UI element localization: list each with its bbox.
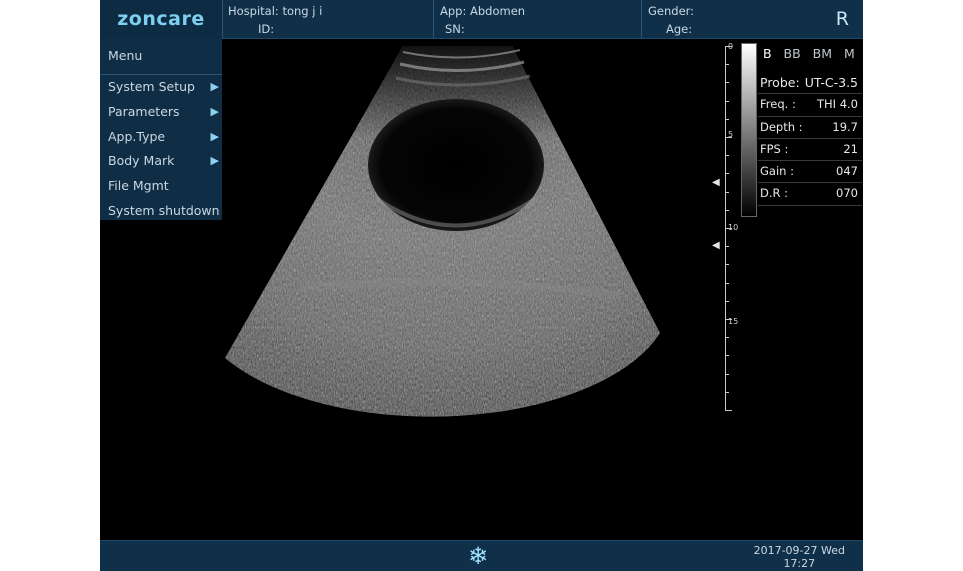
menu-item-app-type[interactable]: App.Type ▶ xyxy=(100,125,222,150)
mode-bb[interactable]: BB xyxy=(784,46,801,61)
menu-title[interactable]: Menu xyxy=(100,38,222,75)
depth-tick xyxy=(725,173,729,175)
time-text: 17:27 xyxy=(783,557,816,570)
mode-m[interactable]: M xyxy=(844,46,855,61)
depth-tick xyxy=(725,391,729,393)
submenu-arrow-icon: ▶ xyxy=(210,129,219,143)
gender-label: Gender: xyxy=(648,4,695,18)
menu-item-label: System shutdown xyxy=(108,202,220,218)
submenu-arrow-icon: ▶ xyxy=(210,80,219,93)
param-freq-label: Freq. : xyxy=(760,97,796,112)
date-time: 2017-09-27 Wed 17:27 xyxy=(754,544,845,570)
bottom-status-bar: ❄ 2017-09-27 Wed 17:27 xyxy=(100,540,863,571)
mode-bm[interactable]: BM xyxy=(813,46,832,61)
param-dr-label: D.R : xyxy=(760,186,789,201)
param-depth-label: Depth : xyxy=(760,119,803,134)
submenu-arrow-icon: ▶ xyxy=(210,104,219,118)
param-freq: Freq. : THI 4.0 xyxy=(758,94,862,117)
focus-marker-icon[interactable]: ◀ xyxy=(712,241,720,251)
patient-id-label: ID: xyxy=(258,22,275,36)
divider xyxy=(433,0,434,38)
mode-b[interactable]: B xyxy=(763,46,772,61)
grayscale-bar xyxy=(741,43,757,217)
probe-side-indicator: R xyxy=(835,8,849,30)
app-value: Abdomen xyxy=(470,4,526,18)
menu-item-system-setup[interactable]: System Setup ▶ xyxy=(100,75,222,100)
divider xyxy=(641,0,642,38)
depth-tick xyxy=(725,191,729,193)
menu-item-parameters[interactable]: Parameters ▶ xyxy=(100,100,222,125)
depth-tick xyxy=(725,355,729,357)
param-freq-value: THI 4.0 xyxy=(816,97,858,112)
depth-tick xyxy=(725,155,729,157)
focus-marker-icon[interactable]: ◀ xyxy=(712,178,720,188)
depth-tick xyxy=(725,246,729,248)
hospital-label: Hospital: xyxy=(228,4,279,18)
top-info-bar: zoncare Hospital: tong j i ID: App: Abdo… xyxy=(100,0,863,39)
menu-item-system-shutdown[interactable]: System shutdown xyxy=(100,199,222,224)
depth-tick xyxy=(725,64,729,66)
depth-tick xyxy=(725,209,729,211)
depth-tick xyxy=(725,264,729,266)
param-dr-value: 070 xyxy=(836,186,858,201)
menu-item-body-mark[interactable]: Body Mark ▶ xyxy=(100,149,222,174)
depth-tick xyxy=(725,100,729,102)
hospital-value: tong j i xyxy=(282,4,323,18)
param-fps-value: 21 xyxy=(843,141,858,156)
depth-label-0: 0 xyxy=(728,42,734,51)
param-gain: Gain : 047 xyxy=(758,161,862,184)
imaging-mode-selector: B BB BM M xyxy=(763,46,855,61)
menu-item-label: Parameters xyxy=(108,103,180,119)
freeze-icon[interactable]: ❄ xyxy=(468,543,488,569)
param-probe-value: UT-C-3.5 xyxy=(804,75,858,90)
sn-label: SN: xyxy=(445,22,465,36)
menu-item-label: File Mgmt xyxy=(108,178,169,194)
hospital-field: Hospital: tong j i xyxy=(228,4,322,18)
ultrasound-screen: zoncare Hospital: tong j i ID: App: Abdo… xyxy=(100,0,863,571)
menu-item-label: Body Mark xyxy=(108,153,175,169)
brand-logo: zoncare xyxy=(100,0,223,38)
menu-item-label: System Setup xyxy=(108,79,195,94)
param-gain-label: Gain : xyxy=(760,164,794,179)
menu-item-label: App.Type xyxy=(108,128,166,144)
menu-item-file-mgmt[interactable]: File Mgmt xyxy=(100,174,222,199)
depth-tick xyxy=(725,82,729,84)
param-fps-label: FPS : xyxy=(760,141,789,156)
app-label: App: xyxy=(440,4,467,18)
age-label: Age: xyxy=(666,22,693,36)
depth-tick xyxy=(725,118,729,120)
depth-tick xyxy=(725,282,729,284)
param-depth-value: 19.7 xyxy=(832,119,858,134)
param-probe-label: Probe: xyxy=(760,75,800,90)
param-fps: FPS : 21 xyxy=(758,139,862,162)
depth-label-5: 5 xyxy=(728,130,734,139)
depth-tick xyxy=(725,300,729,302)
submenu-arrow-icon: ▶ xyxy=(210,154,219,168)
depth-label-10: 10 xyxy=(728,223,739,232)
depth-label-15: 15 xyxy=(728,317,739,326)
param-probe: Probe: UT-C-3.5 xyxy=(758,72,862,95)
depth-tick xyxy=(725,337,729,339)
param-gain-value: 047 xyxy=(836,164,858,179)
parameter-panel: Probe: UT-C-3.5 Freq. : THI 4.0 Depth : … xyxy=(758,72,862,206)
main-menu: Menu System Setup ▶ Parameters ▶ App.Typ… xyxy=(100,38,222,220)
depth-tick xyxy=(725,373,729,375)
app-field: App: Abdomen xyxy=(440,4,525,18)
date-text: 2017-09-27 Wed xyxy=(753,544,845,557)
param-dynamic-range: D.R : 070 xyxy=(758,183,862,206)
depth-tick xyxy=(725,410,732,411)
param-depth: Depth : 19.7 xyxy=(758,117,862,139)
